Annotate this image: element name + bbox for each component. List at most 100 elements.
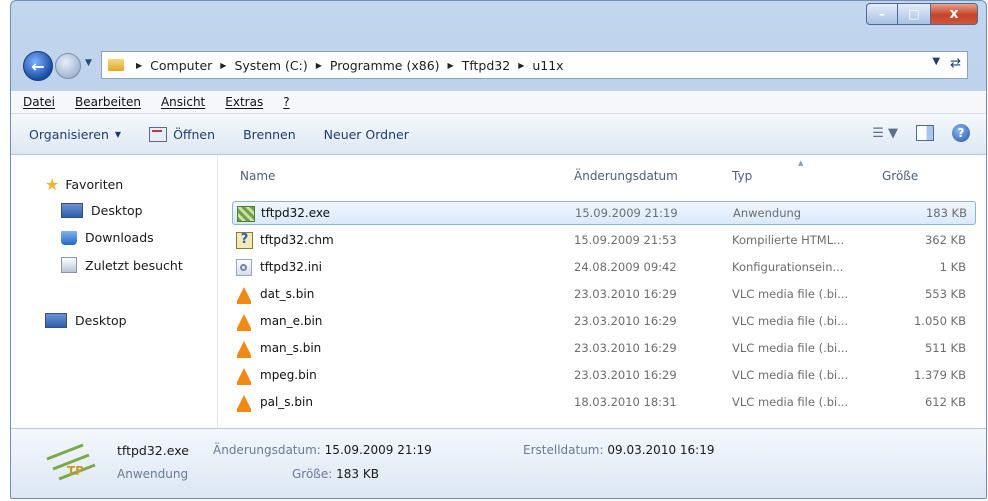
history-dropdown-icon[interactable]: ▼ (85, 58, 92, 68)
file-row[interactable]: dat_s.bin 23.03.2010 16:29 VLC media file … (232, 282, 974, 306)
file-size: 511 KB (924, 341, 966, 355)
breadcrumb-system-c[interactable]: System (C:) (234, 58, 307, 73)
column-header-date[interactable]: Änderungsdatum (574, 169, 678, 183)
menu-bar: Datei Bearbeiten Ansicht Extras ? (11, 91, 986, 114)
details-type: Anwendung (117, 467, 189, 481)
file-row[interactable]: tftpd32.ini 24.08.2009 09:42 Konfiguration… (232, 255, 974, 279)
maximize-button[interactable]: □ (897, 3, 931, 25)
details-size: Größe: 183 KB (292, 467, 379, 481)
minimize-button[interactable]: – (866, 3, 898, 25)
menu-help[interactable]: ? (283, 95, 289, 109)
close-button[interactable]: x (930, 3, 978, 25)
nav-favorites[interactable]: ★ Favoriten (45, 175, 123, 194)
nav-item-label: Downloads (85, 230, 154, 245)
breadcrumb-arrow-icon[interactable]: ▶ (136, 61, 142, 70)
file-date: 18.03.2010 18:31 (574, 395, 677, 409)
file-name: dat_s.bin (260, 287, 315, 301)
details-modified-value: 15.09.2009 21:19 (324, 443, 432, 457)
sort-arrow-icon: ▲ (798, 159, 804, 167)
nav-item-label: Zuletzt besucht (85, 257, 183, 273)
breadcrumb-arrow-icon[interactable]: ▶ (220, 61, 226, 70)
file-row[interactable]: tftpd32.exe 15.09.2009 21:19 Anwendung 183 … (232, 201, 976, 225)
back-button[interactable]: ← (23, 51, 53, 81)
file-row[interactable]: ? tftpd32.chm 15.09.2009 21:53 Kompilierte … (232, 228, 974, 252)
vlc-icon (236, 340, 252, 358)
file-type: VLC media file (.bi... (732, 395, 849, 409)
explorer-window: – □ x ← ▼ ▶ Computer ▶ System (C:) ▶ Pro… (10, 0, 987, 499)
preview-pane-icon[interactable] (916, 125, 934, 141)
file-row[interactable]: man_s.bin 23.03.2010 16:29 VLC media file … (232, 336, 974, 360)
breadcrumb-arrow-icon[interactable]: ▶ (518, 61, 524, 70)
vlc-icon (236, 286, 252, 304)
breadcrumb-u11x[interactable]: u11x (532, 58, 563, 73)
nav-item-desktop[interactable]: Desktop (61, 203, 143, 218)
file-list: ▲ Name Änderungsdatum Typ Größe tftpd32.… (218, 155, 986, 428)
file-date: 23.03.2010 16:29 (574, 287, 677, 301)
chevron-down-icon: ▼ (114, 129, 122, 139)
file-size: 183 KB (925, 206, 967, 220)
vlc-icon-glyph (237, 314, 251, 331)
breadcrumb-arrow-icon[interactable]: ▶ (448, 61, 454, 70)
view-options-icon[interactable]: ☰ ▼ (872, 126, 898, 141)
content-area: ★ Favoriten Desktop Downloads Zuletzt be… (11, 155, 986, 428)
open-button[interactable]: Öffnen (149, 126, 216, 142)
file-date: 15.09.2009 21:19 (575, 206, 678, 220)
file-size: 1.379 KB (913, 368, 966, 382)
nav-item-label: Desktop (91, 203, 143, 218)
desktop-icon (45, 313, 67, 328)
close-icon: x (949, 6, 959, 22)
vlc-icon (236, 313, 252, 331)
menu-ansicht[interactable]: Ansicht (161, 95, 205, 109)
file-name: man_s.bin (260, 341, 322, 355)
file-type: Kompilierte HTML... (732, 233, 845, 247)
file-row[interactable]: mpeg.bin 23.03.2010 16:29 VLC media file (… (232, 363, 974, 387)
downloads-icon (61, 230, 77, 245)
details-modified: Änderungsdatum: 15.09.2009 21:19 (213, 443, 432, 457)
file-row[interactable]: pal_s.bin 18.03.2010 18:31 VLC media file … (232, 390, 974, 414)
menu-datei[interactable]: Datei (23, 95, 55, 109)
column-header-name[interactable]: Name (240, 169, 275, 183)
breadcrumb-programme-x86[interactable]: Programme (x86) (330, 58, 440, 73)
address-dropdown-icon[interactable]: ▼ (932, 56, 940, 71)
organize-button[interactable]: Organisieren ▼ (29, 127, 121, 142)
maximize-icon: □ (908, 7, 920, 21)
menu-extras[interactable]: Extras (225, 95, 263, 109)
open-label: Öffnen (173, 126, 216, 142)
file-name: tftpd32.chm (260, 233, 334, 247)
nav-item-recent[interactable]: Zuletzt besucht (61, 257, 183, 273)
file-type: VLC media file (.bi... (732, 287, 849, 301)
vlc-icon (236, 367, 252, 385)
refresh-icon[interactable]: ⇄ (950, 56, 961, 71)
file-date: 15.09.2009 21:53 (574, 233, 677, 247)
breadcrumb-tftpd32[interactable]: Tftpd32 (462, 58, 511, 73)
exe-icon-glyph (237, 206, 255, 222)
details-created-label: Erstelldatum: (523, 443, 604, 457)
breadcrumb-arrow-icon[interactable]: ▶ (316, 61, 322, 70)
address-bar[interactable]: ▶ Computer ▶ System (C:) ▶ Programme (x8… (101, 51, 968, 79)
window-controls: – □ x (866, 3, 978, 25)
nav-item-downloads[interactable]: Downloads (61, 230, 154, 245)
file-row[interactable]: man_e.bin 23.03.2010 16:29 VLC media file … (232, 309, 974, 333)
forward-button[interactable] (55, 53, 81, 79)
file-size: 362 KB (924, 233, 966, 247)
file-name: tftpd32.exe (261, 206, 331, 220)
nav-desktop[interactable]: Desktop (45, 313, 127, 328)
details-size-label: Größe: (292, 467, 333, 481)
minimize-icon: – (879, 7, 885, 21)
details-created: Erstelldatum: 09.03.2010 16:19 (523, 443, 714, 457)
ini-icon (236, 259, 252, 276)
breadcrumb-computer[interactable]: Computer (150, 58, 212, 73)
view-controls: ☰ ▼ ? (872, 124, 970, 142)
file-size: 612 KB (924, 395, 966, 409)
organize-label: Organisieren (29, 126, 109, 142)
column-header-type[interactable]: Typ (732, 169, 752, 183)
file-date: 23.03.2010 16:29 (574, 341, 677, 355)
new-folder-button[interactable]: Neuer Ordner (324, 127, 409, 142)
details-created-value: 09.03.2010 16:19 (607, 443, 715, 457)
menu-bearbeiten[interactable]: Bearbeiten (75, 95, 141, 109)
burn-button[interactable]: Brennen (243, 127, 296, 142)
chm-icon-glyph: ? (236, 232, 253, 249)
column-header-size[interactable]: Größe (882, 169, 918, 183)
help-icon[interactable]: ? (952, 124, 970, 142)
file-size: 1 KB (939, 260, 966, 274)
